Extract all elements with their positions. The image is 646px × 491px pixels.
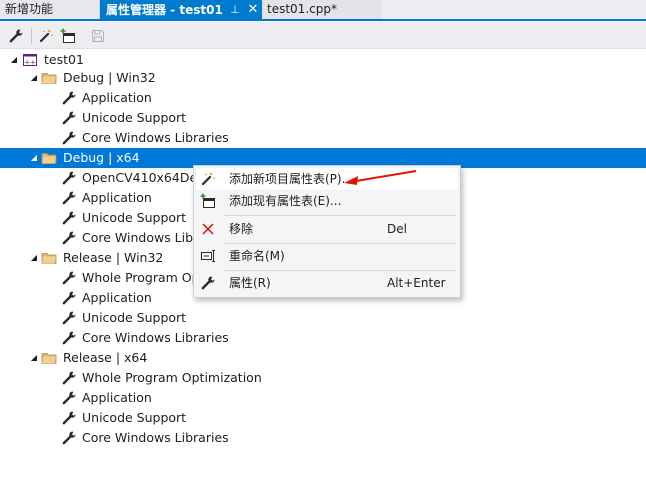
collapse-triangle-icon[interactable]: ◢ <box>28 348 40 368</box>
property-manager-toolbar <box>0 22 646 49</box>
tree-sheet-row[interactable]: Application <box>0 388 646 408</box>
wrench-icon <box>62 391 76 405</box>
collapse-triangle-icon[interactable]: ◢ <box>28 148 40 168</box>
sheet-label: Core Windows Libraries <box>82 430 229 445</box>
wrench-icon <box>62 131 76 145</box>
wrench-icon <box>62 331 76 345</box>
add-existing-property-sheet-button[interactable] <box>58 26 78 46</box>
menu-item-label: 移除 <box>229 222 254 236</box>
wrench-icon <box>62 291 76 305</box>
properties-button[interactable] <box>6 26 26 46</box>
tree-sheet-row[interactable]: Whole Program Optimization <box>0 368 646 388</box>
sheet-label: OpenCV410x64Deb <box>82 170 206 185</box>
menu-item-label: 添加现有属性表(E)... <box>229 194 342 208</box>
pin-icon[interactable]: ⊥ <box>228 0 242 20</box>
sheet-label: Core Windows Libraries <box>82 330 229 345</box>
wrench-icon <box>62 431 76 445</box>
save-icon <box>92 30 104 42</box>
tree-sheet-row[interactable]: Core Windows Libraries <box>0 128 646 148</box>
folder-icon <box>41 253 57 264</box>
tree-sheet-row[interactable]: Unicode Support <box>0 108 646 128</box>
sheet-label: Application <box>82 390 152 405</box>
menu-item-label: 属性(R) <box>229 276 271 290</box>
magic-wand-icon <box>39 29 54 43</box>
tree-project-row[interactable]: ◢ ++ test01 <box>0 50 646 70</box>
sheet-label: Application <box>82 290 152 305</box>
menu-separator <box>224 243 456 244</box>
wrench-icon <box>200 275 216 291</box>
wrench-icon <box>62 191 76 205</box>
wrench-icon <box>62 411 76 425</box>
config-label: Debug | x64 <box>63 150 140 165</box>
tab-property-manager-label: 属性管理器 - test01 <box>106 3 223 17</box>
project-name: test01 <box>44 52 84 67</box>
sheet-label: Unicode Support <box>82 110 187 125</box>
remove-x-icon <box>200 221 216 237</box>
menu-separator <box>224 270 456 271</box>
menu-item-shortcut: Del <box>387 222 407 236</box>
cpp-project-icon: ++ <box>23 54 37 67</box>
sheet-label: Unicode Support <box>82 210 187 225</box>
tree-sheet-row[interactable]: Core Windows Libraries <box>0 328 646 348</box>
sheet-label: Core Windows Libraries <box>82 130 229 145</box>
sheet-label: Unicode Support <box>82 410 187 425</box>
sheet-label: Whole Program Op <box>82 270 200 285</box>
wrench-icon <box>62 91 76 105</box>
config-label: Release | Win32 <box>63 250 164 265</box>
menu-item-label: 添加新项目属性表(P)... <box>229 172 354 186</box>
folder-icon <box>41 73 57 84</box>
menu-item-remove[interactable]: 移除 Del <box>196 218 458 240</box>
menu-item-add-new-property-sheet[interactable]: 添加新项目属性表(P)... <box>195 167 459 191</box>
config-label: Debug | Win32 <box>63 70 156 85</box>
sheet-label: Unicode Support <box>82 310 187 325</box>
folder-icon <box>41 353 57 364</box>
wrench-icon <box>62 271 76 285</box>
close-icon[interactable]: ✕ <box>246 0 260 20</box>
sheet-label: Whole Program Optimization <box>82 370 262 385</box>
collapse-triangle-icon[interactable]: ◢ <box>8 50 20 70</box>
menu-item-properties[interactable]: 属性(R) Alt+Enter <box>196 272 458 294</box>
collapse-triangle-icon[interactable]: ◢ <box>28 68 40 88</box>
tab-test01-cpp[interactable]: test01.cpp* <box>262 0 382 19</box>
add-existing-sheet-icon <box>200 193 216 209</box>
wrench-icon <box>62 371 76 385</box>
wrench-icon <box>9 29 23 43</box>
tab-property-manager[interactable]: 属性管理器 - test01 ⊥ ✕ <box>100 0 262 21</box>
wrench-icon <box>62 311 76 325</box>
tree-sheet-row[interactable]: Unicode Support <box>0 408 646 428</box>
add-existing-sheet-icon <box>60 28 75 43</box>
sheet-label: Application <box>82 90 152 105</box>
tree-config-row-release-x64[interactable]: ◢ Release | x64 <box>0 348 646 368</box>
menu-item-add-existing-property-sheet[interactable]: 添加现有属性表(E)... <box>196 190 458 212</box>
sheet-label: Core Windows Libra <box>82 230 206 245</box>
config-label: Release | x64 <box>63 350 148 365</box>
tree-sheet-row[interactable]: Core Windows Libraries <box>0 428 646 448</box>
sheet-label: Application <box>82 190 152 205</box>
tab-new-features[interactable]: 新增功能 <box>0 0 100 19</box>
wrench-icon <box>62 111 76 125</box>
tree-sheet-row[interactable]: Unicode Support <box>0 308 646 328</box>
document-tab-bar: 新增功能 属性管理器 - test01 ⊥ ✕ test01.cpp* <box>0 0 646 21</box>
tree-sheet-row[interactable]: Application <box>0 88 646 108</box>
menu-separator <box>224 215 456 216</box>
save-button[interactable] <box>88 26 108 46</box>
collapse-triangle-icon[interactable]: ◢ <box>28 248 40 268</box>
rename-icon <box>200 248 216 264</box>
wrench-icon <box>62 171 76 185</box>
context-menu: 添加新项目属性表(P)... 添加现有属性表(E)... 移除 Del 重命名(… <box>193 165 461 298</box>
menu-item-label: 重命名(M) <box>229 249 285 263</box>
add-new-property-sheet-button[interactable] <box>36 26 56 46</box>
tree-config-row-debug-win32[interactable]: ◢ Debug | Win32 <box>0 68 646 88</box>
wrench-icon <box>62 231 76 245</box>
menu-item-rename[interactable]: 重命名(M) <box>196 245 458 267</box>
toolbar-separator <box>31 28 32 44</box>
wrench-icon <box>62 211 76 225</box>
magic-wand-icon <box>200 171 216 187</box>
folder-icon <box>41 153 57 164</box>
menu-item-shortcut: Alt+Enter <box>387 276 446 290</box>
svg-text:++: ++ <box>24 59 36 67</box>
